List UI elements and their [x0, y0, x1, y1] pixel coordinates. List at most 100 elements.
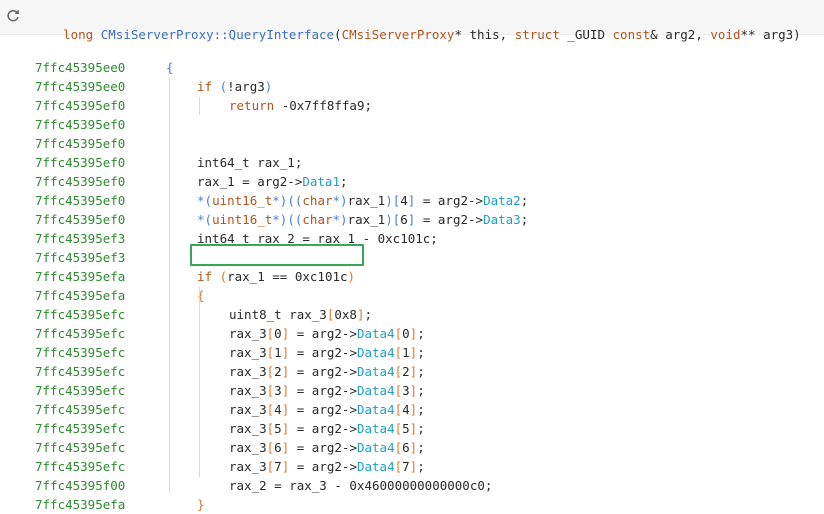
- code-line[interactable]: 7ffc45395ef0 *(uint16_t*)((char*)rax_1)[6…: [0, 210, 824, 229]
- indent-guide-outer: [169, 78, 170, 493]
- code-line[interactable]: 7ffc45395ef0: [0, 134, 824, 153]
- code-line[interactable]: 7ffc45395efa{: [0, 286, 824, 305]
- code-text[interactable]: rax_3[4] = arg2->Data4[4];: [229, 400, 425, 419]
- line-address[interactable]: 7ffc45395ef0: [35, 96, 125, 115]
- line-address[interactable]: 7ffc45395ef0: [35, 191, 125, 210]
- code-token: = arg2->: [289, 440, 357, 455]
- code-line[interactable]: 7ffc45395efc rax_3[1] = arg2->Data4[1];: [0, 343, 824, 362]
- line-address[interactable]: 7ffc45395f00: [35, 476, 125, 495]
- code-token: Data4: [356, 421, 395, 436]
- code-token: return: [229, 98, 275, 113]
- code-line[interactable]: 7ffc45395ef3 int64_t rax_2 = rax_1 - 0xc1…: [0, 229, 824, 248]
- decompiled-code-view: 7ffc45395ee0{7ffc45395ee0 if (!arg3) 7ffc4…: [0, 58, 824, 514]
- code-token: 0: [402, 326, 410, 341]
- line-address[interactable]: 7ffc45395ef0: [35, 210, 125, 229]
- code-line[interactable]: 7ffc45395ee0 {: [0, 58, 824, 77]
- line-address[interactable]: 7ffc45395efa: [35, 495, 125, 514]
- code-text[interactable]: *(uint16_t*)((char*)rax_1)[4] = arg2->Da…: [197, 191, 528, 210]
- code-line[interactable]: 7ffc45395efc rax_3[2] = arg2->Data4[2];: [0, 362, 824, 381]
- code-line[interactable]: 7ffc45395f00 rax_2 = rax_3 - 0x4600000000…: [0, 476, 824, 495]
- code-line[interactable]: 7ffc45395efc rax_3[3] = arg2->Data4[3];: [0, 381, 824, 400]
- code-text[interactable]: if (!arg3): [197, 77, 272, 96]
- highlighted-condition-box: [190, 244, 364, 266]
- code-line[interactable]: 7ffc45395ef0 *(uint16_t*)((char*)rax_1)[4…: [0, 191, 824, 210]
- code-token: Data4: [356, 345, 395, 360]
- code-line[interactable]: 7ffc45395ef3: [0, 248, 824, 267]
- code-line[interactable]: 7ffc45395ee0 if (!arg3): [0, 77, 824, 96]
- code-text[interactable]: rax_2 = rax_3 - 0x46000000000000c0;: [229, 476, 492, 495]
- line-address[interactable]: 7ffc45395efc: [35, 362, 125, 381]
- line-address[interactable]: 7ffc45395efc: [35, 400, 125, 419]
- line-address[interactable]: 7ffc45395efc: [35, 343, 125, 362]
- code-token: 1: [402, 345, 410, 360]
- code-text[interactable]: {: [166, 58, 174, 77]
- code-token: ;: [417, 421, 425, 436]
- code-text[interactable]: rax_3[0] = arg2->Data4[0];: [229, 324, 425, 343]
- code-text[interactable]: rax_3[1] = arg2->Data4[1];: [229, 343, 425, 362]
- code-token: {: [166, 60, 174, 75]
- code-line[interactable]: 7ffc45395ef0: [0, 115, 824, 134]
- code-token: [: [394, 421, 403, 436]
- refresh-icon[interactable]: [5, 8, 21, 24]
- line-address[interactable]: 7ffc45395ee0: [35, 77, 125, 96]
- code-text[interactable]: *(uint16_t*)((char*)rax_1)[6] = arg2->Da…: [197, 210, 528, 229]
- code-token: = arg2->: [289, 459, 357, 474]
- line-address[interactable]: 7ffc45395ef0: [35, 115, 125, 134]
- code-token: 2: [402, 364, 410, 379]
- line-address[interactable]: 7ffc45395ef3: [35, 248, 125, 267]
- code-text[interactable]: if (rax_1 == 0xc101c): [197, 267, 355, 286]
- code-line[interactable]: 7ffc45395efc rax_3[6] = arg2->Data4[6];: [0, 438, 824, 457]
- line-address[interactable]: 7ffc45395efc: [35, 324, 125, 343]
- line-address[interactable]: 7ffc45395efc: [35, 419, 125, 438]
- param-type: CMsiServerProxy: [341, 27, 455, 42]
- code-token: Data4: [356, 326, 395, 341]
- line-address[interactable]: 7ffc45395efa: [35, 286, 125, 305]
- code-token: *(: [197, 212, 213, 227]
- code-token: 4: [274, 402, 282, 417]
- code-token: ;: [417, 364, 425, 379]
- code-text[interactable]: uint8_t rax_3[0x8];: [229, 305, 372, 324]
- code-text[interactable]: rax_3[7] = arg2->Data4[7];: [229, 457, 425, 476]
- code-token: 0x8: [334, 307, 357, 322]
- line-address[interactable]: 7ffc45395ef3: [35, 229, 125, 248]
- code-text[interactable]: rax_3[6] = arg2->Data4[6];: [229, 438, 425, 457]
- line-address[interactable]: 7ffc45395ef0: [35, 134, 125, 153]
- code-text[interactable]: rax_1 = arg2->Data1;: [197, 172, 348, 191]
- code-line[interactable]: 7ffc45395efc rax_3[0] = arg2->Data4[0];: [0, 324, 824, 343]
- code-token: = arg2->: [415, 212, 484, 227]
- code-text[interactable]: }: [197, 495, 205, 514]
- code-token: [: [394, 402, 403, 417]
- code-token: *)(: [272, 212, 295, 227]
- code-line[interactable]: 7ffc45395efc rax_3[5] = arg2->Data4[5];: [0, 419, 824, 438]
- code-line[interactable]: 7ffc45395efc rax_3[4] = arg2->Data4[4];: [0, 400, 824, 419]
- code-token: Data3: [483, 212, 521, 227]
- line-address[interactable]: 7ffc45395ee0: [35, 58, 125, 77]
- code-text[interactable]: return -0x7ff8ffa9;: [229, 96, 372, 115]
- code-token: ;: [520, 193, 529, 208]
- code-line[interactable]: 7ffc45395ef0 int64_t rax_1;: [0, 153, 824, 172]
- line-address[interactable]: 7ffc45395efc: [35, 305, 125, 324]
- code-token: 6: [400, 212, 408, 227]
- line-address[interactable]: 7ffc45395efc: [35, 438, 125, 457]
- line-address[interactable]: 7ffc45395efc: [35, 381, 125, 400]
- code-line[interactable]: 7ffc45395efa}: [0, 495, 824, 514]
- code-text[interactable]: rax_3[3] = arg2->Data4[3];: [229, 381, 425, 400]
- code-token: [: [394, 345, 403, 360]
- line-address[interactable]: 7ffc45395efc: [35, 457, 125, 476]
- line-address[interactable]: 7ffc45395efa: [35, 267, 125, 286]
- code-token: ): [264, 79, 273, 94]
- line-address[interactable]: 7ffc45395ef0: [35, 153, 125, 172]
- code-token: = arg2->: [289, 345, 357, 360]
- code-line[interactable]: 7ffc45395ef0 return -0x7ff8ffa9;: [0, 96, 824, 115]
- function-name[interactable]: CMsiServerProxy::QueryInterface: [101, 27, 334, 42]
- code-line[interactable]: 7ffc45395efc uint8_t rax_3[0x8];: [0, 305, 824, 324]
- code-line[interactable]: 7ffc45395efa if (rax_1 == 0xc101c): [0, 267, 824, 286]
- code-text[interactable]: rax_3[5] = arg2->Data4[5];: [229, 419, 425, 438]
- code-line[interactable]: 7ffc45395ef0 rax_1 = arg2->Data1;: [0, 172, 824, 191]
- code-line[interactable]: 7ffc45395efc rax_3[7] = arg2->Data4[7];: [0, 457, 824, 476]
- code-token: (: [219, 79, 228, 94]
- code-text[interactable]: rax_3[2] = arg2->Data4[2];: [229, 362, 425, 381]
- line-address[interactable]: 7ffc45395ef0: [35, 172, 125, 191]
- function-signature[interactable]: long CMsiServerProxy::QueryInterface(CMs…: [33, 8, 801, 62]
- code-text[interactable]: int64_t rax_1;: [197, 153, 302, 172]
